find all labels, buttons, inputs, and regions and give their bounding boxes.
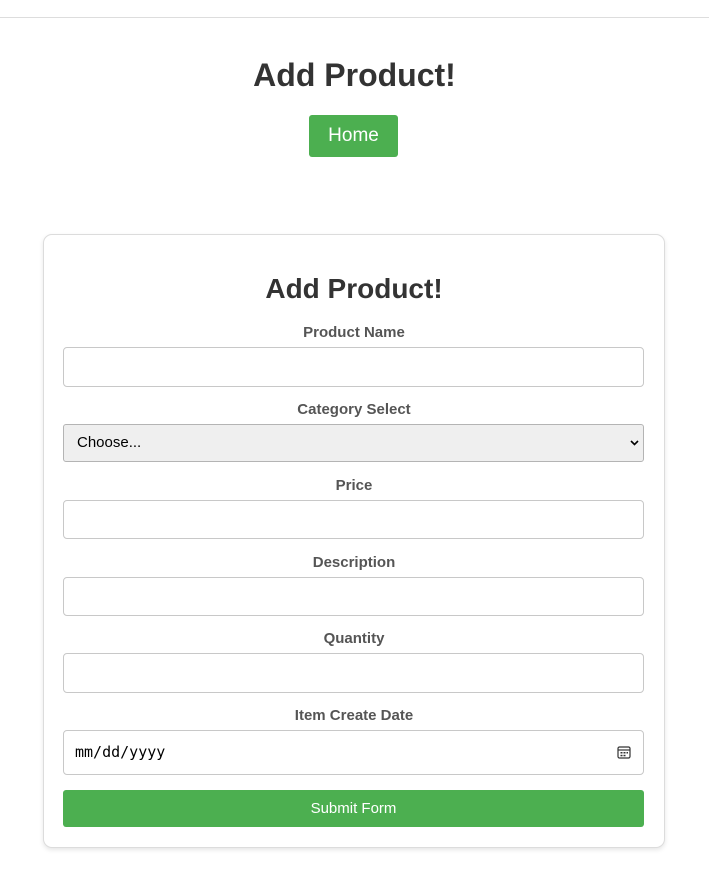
product-name-label: Product Name xyxy=(303,324,405,341)
category-select-value: Choose... xyxy=(77,434,142,451)
form-title: Add Product! xyxy=(265,273,443,304)
item-create-date-input[interactable]: mm/dd/yyyy xyxy=(63,730,644,775)
page-title: Add Product! xyxy=(253,57,456,93)
date-placeholder: mm/dd/yyyy xyxy=(75,743,166,761)
price-input[interactable] xyxy=(63,500,644,539)
description-input[interactable] xyxy=(63,577,644,616)
price-label: Price xyxy=(335,477,373,494)
description-label: Description xyxy=(312,554,396,571)
submit-form-button[interactable]: Submit Form xyxy=(63,790,644,827)
quantity-label: Quantity xyxy=(323,630,385,647)
top-divider xyxy=(0,17,709,18)
category-select-label: Category Select xyxy=(297,401,411,418)
quantity-input[interactable] xyxy=(63,653,644,693)
item-create-date-label: Item Create Date xyxy=(294,707,414,724)
add-product-form: Add Product! Product Name Category Selec… xyxy=(43,234,665,848)
calendar-icon[interactable] xyxy=(617,745,631,759)
chevron-down-icon xyxy=(630,425,639,461)
home-button[interactable]: Home xyxy=(309,115,398,157)
category-select[interactable]: Choose... xyxy=(63,424,644,462)
product-name-input[interactable] xyxy=(63,347,644,387)
